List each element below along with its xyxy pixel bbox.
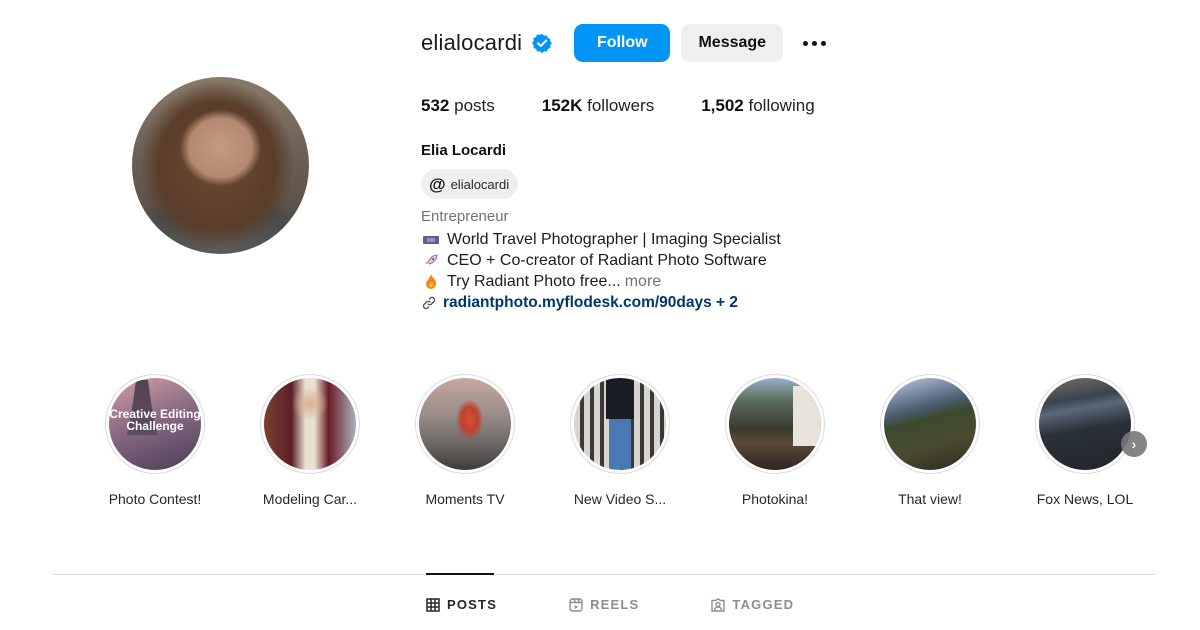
bio-line: World Travel Photographer | Imaging Spec… [421,229,781,250]
bio-more-button[interactable]: more [625,271,661,292]
bio: World Travel Photographer | Imaging Spec… [421,229,781,313]
reels-icon [569,597,583,612]
highlight-label: New Video S... [573,491,667,507]
bio-line: CEO + Co-creator of Radiant Photo Softwa… [421,250,781,271]
highlight-cover [729,378,821,470]
highlight-that-view[interactable]: That view! [875,374,985,507]
highlights-next-arrow-icon[interactable]: › [1121,431,1147,457]
followers-label: followers [587,96,655,115]
tagged-icon [711,597,726,612]
tab-posts[interactable]: POSTS [426,597,497,612]
highlight-ring [880,374,980,474]
following-label: following [748,96,815,115]
profile-avatar[interactable] [132,77,309,254]
more-options-icon[interactable] [799,28,829,58]
message-button[interactable]: Message [681,24,784,62]
profile-header: elialocardi Follow Message [421,24,829,62]
profile-tabs: POSTS REELS TAGGED [426,597,794,612]
bio-text: CEO + Co-creator of Radiant Photo Softwa… [447,252,767,269]
grid-icon [426,597,440,612]
username: elialocardi [421,30,523,55]
camera-emoji-icon [421,235,441,245]
bio-text: World Travel Photographer | Imaging Spec… [447,231,781,248]
highlight-ring [260,374,360,474]
highlight-new-video[interactable]: New Video S... [565,374,675,507]
highlight-photo-contest[interactable]: Creative Editing Challenge Photo Contest… [100,374,210,507]
highlight-overlay-text: Creative Editing Challenge [109,407,201,433]
tab-reels[interactable]: REELS [569,597,639,612]
highlight-cover [1039,378,1131,470]
highlight-label: Fox News, LOL [1036,491,1134,507]
highlight-label: Moments TV [425,491,505,507]
highlight-label: Photo Contest! [108,491,202,507]
highlight-ring: Creative Editing Challenge [105,374,205,474]
highlight-cover [419,378,511,470]
highlight-cover [574,378,666,470]
highlight-cover [884,378,976,470]
active-tab-indicator [426,573,494,575]
rocket-emoji-icon [421,254,441,268]
posts-number: 532 [421,96,450,115]
threads-icon: @ [429,174,446,194]
profile-stats: 532 posts 152K followers 1,502 following [421,96,862,116]
highlight-cover: Creative Editing Challenge [109,378,201,470]
bio-link[interactable]: radiantphoto.myflodesk.com/90days + 2 [421,292,781,313]
fire-emoji-icon [421,274,441,289]
followers-link[interactable]: 152K followers [542,96,654,116]
highlight-cover [264,378,356,470]
bio-text: Try Radiant Photo free... [447,273,621,290]
highlight-ring [725,374,825,474]
tabs-divider [52,574,1156,575]
highlight-label: Photokina! [741,491,809,507]
verified-badge-icon [532,33,553,53]
highlight-moments-tv[interactable]: Moments TV [410,374,520,507]
highlight-ring [1035,374,1135,474]
highlight-ring [415,374,515,474]
followers-number: 152K [541,96,583,115]
highlight-label: Modeling Car... [262,491,358,507]
bio-link-text: radiantphoto.myflodesk.com/90days + 2 [443,294,739,311]
link-icon [421,296,437,310]
highlight-label: That view! [898,491,962,507]
posts-count: 532 posts [421,96,495,116]
story-highlights: Creative Editing Challenge Photo Contest… [100,374,1150,514]
highlight-photokina[interactable]: Photokina! [720,374,830,507]
full-name: Elia Locardi [421,142,507,159]
tab-label: REELS [590,597,640,612]
tab-tagged[interactable]: TAGGED [711,597,794,612]
follow-button[interactable]: Follow [574,24,671,62]
posts-label: posts [454,96,495,115]
tab-label: POSTS [447,597,498,612]
threads-handle: elialocardi [450,176,510,192]
highlight-modeling[interactable]: Modeling Car... [255,374,365,507]
profile-category: Entrepreneur [421,208,509,225]
following-number: 1,502 [701,96,744,115]
tab-label: TAGGED [732,597,795,612]
bio-line: Try Radiant Photo free... more [421,271,781,292]
threads-link[interactable]: @ elialocardi [421,169,519,199]
following-link[interactable]: 1,502 following [701,96,814,116]
highlight-ring [570,374,670,474]
